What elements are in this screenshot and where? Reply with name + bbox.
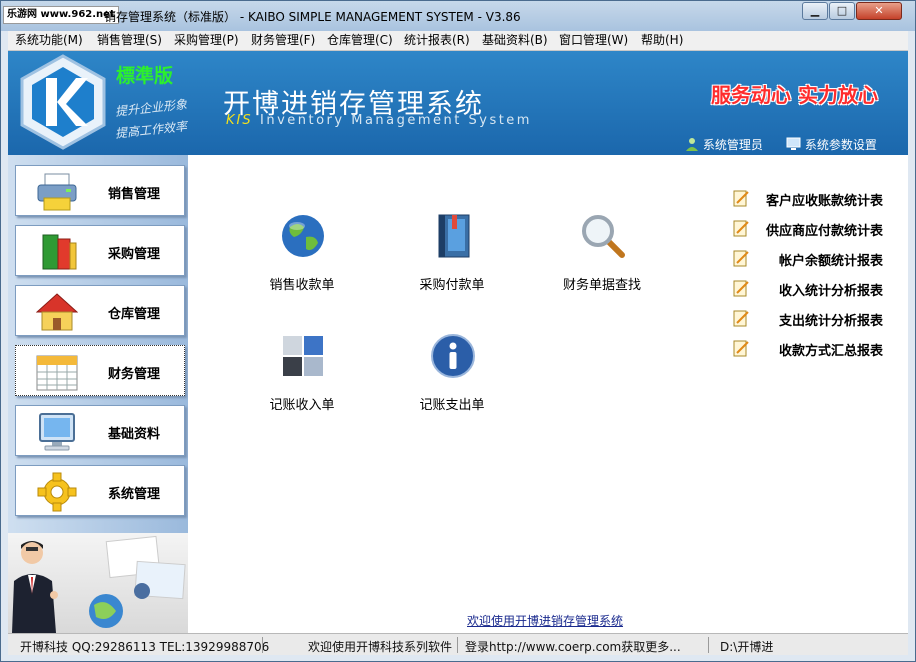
user-link[interactable]: 系统管理员	[685, 136, 763, 153]
report-payment-method-summary-label: 收款方式汇总报表	[778, 344, 883, 359]
user-icon	[686, 138, 698, 151]
calendar-icon	[36, 355, 78, 391]
tile-income-entry[interactable]: 记账收入单	[242, 333, 362, 423]
slogan-line-2: 提高工作效率	[114, 119, 188, 141]
title-bar[interactable]: 乐游网 www.962.net 销存管理系统（标准版） - KAIBO SIMP…	[1, 1, 915, 31]
close-button[interactable]: ✕	[856, 2, 902, 20]
nav-basic-data-label: 基础资料	[108, 427, 161, 442]
menu-basic-data[interactable]: 基础资料(B)	[482, 33, 548, 48]
menu-bar: 系统功能(M) 销售管理(S) 采购管理(P) 财务管理(F) 仓库管理(C) …	[8, 31, 908, 51]
printer-icon	[37, 173, 77, 211]
menu-warehouse[interactable]: 仓库管理(C)	[327, 33, 393, 48]
nav-purchase-label: 采购管理	[108, 247, 161, 262]
note-pencil-icon	[733, 280, 749, 297]
report-account-balance-label: 帐户余额统计报表	[778, 254, 883, 269]
tile-expense-entry[interactable]: 记账支出单	[392, 333, 512, 423]
report-payment-method-summary[interactable]: 收款方式汇总报表	[733, 339, 883, 359]
report-income-analysis-label: 收入统计分析报表	[778, 284, 883, 299]
monitor-icon	[39, 413, 75, 451]
note-pencil-icon	[733, 310, 749, 327]
report-supplier-payable-label: 供应商应付款统计表	[765, 224, 883, 239]
menu-finance[interactable]: 财务管理(F)	[251, 33, 315, 48]
report-expense-analysis-label: 支出统计分析报表	[778, 314, 883, 329]
report-expense-analysis[interactable]: 支出统计分析报表	[733, 309, 883, 329]
tile-expense-entry-label: 记账支出单	[419, 398, 485, 413]
nav-warehouse-label: 仓库管理	[108, 307, 161, 322]
nav-system-label: 系统管理	[108, 487, 161, 502]
app-subtitle: Inventory Management System	[260, 113, 532, 128]
globe-icon	[282, 215, 324, 257]
settings-link[interactable]: 系统参数设置	[786, 136, 877, 153]
report-income-analysis[interactable]: 收入统计分析报表	[733, 279, 883, 299]
info-icon	[431, 334, 475, 378]
status-separator	[262, 637, 263, 653]
note-pencil-icon	[733, 190, 749, 207]
tile-finance-search-label: 财务单据查找	[562, 278, 641, 293]
menu-purchase[interactable]: 采购管理(P)	[174, 33, 239, 48]
motto: 服务动心 实力放心	[711, 83, 878, 107]
kaibo-logo-icon	[20, 54, 106, 150]
book-icon	[438, 214, 470, 258]
menu-sales[interactable]: 销售管理(S)	[97, 33, 162, 48]
slogan-line-1: 提升企业形象	[114, 97, 188, 119]
status-company: 开博科技 QQ:29286113 TEL:13929988706	[20, 640, 270, 654]
report-supplier-payable[interactable]: 供应商应付款统计表	[733, 219, 883, 239]
status-separator	[708, 637, 709, 653]
gear-icon	[37, 472, 77, 512]
tile-sales-receipt-label: 销售收款单	[269, 278, 335, 293]
site-watermark: 乐游网 www.962.net	[3, 6, 119, 24]
promo-image	[8, 533, 188, 633]
businessman-illustration	[12, 535, 186, 633]
main-content: 销售收款单 采购付款单 财务单据查找 记账收入单 记账支出单 客户应收账款统计表…	[188, 155, 908, 633]
house-icon	[36, 293, 78, 331]
note-pencil-icon	[733, 340, 749, 357]
nav-sales-label: 销售管理	[108, 187, 161, 202]
status-separator	[457, 637, 458, 653]
tile-income-entry-label: 记账收入单	[269, 398, 335, 413]
nav-warehouse[interactable]: 仓库管理	[15, 285, 185, 336]
note-pencil-icon	[733, 220, 749, 237]
nav-finance[interactable]: 财务管理	[15, 345, 185, 396]
menu-reports[interactable]: 统计报表(R)	[404, 33, 470, 48]
report-customer-receivable[interactable]: 客户应收账款统计表	[733, 189, 883, 209]
monitor-settings-icon	[786, 137, 801, 150]
tile-purchase-payment-label: 采购付款单	[419, 278, 485, 293]
report-customer-receivable-label: 客户应收账款统计表	[765, 194, 883, 209]
minimize-button[interactable]: ▁	[802, 2, 828, 20]
magnifier-icon	[582, 215, 625, 258]
nav-system[interactable]: 系统管理	[15, 465, 185, 516]
menu-window[interactable]: 窗口管理(W)	[559, 33, 628, 48]
nav-sales[interactable]: 销售管理	[15, 165, 185, 216]
nav-finance-label: 财务管理	[108, 367, 161, 382]
menu-system[interactable]: 系统功能(M)	[15, 33, 83, 48]
edition-label: 標準版	[116, 65, 174, 87]
banner-header: 標準版 提升企业形象 提高工作效率 开博进销存管理系统 KIS Inventor…	[8, 51, 908, 155]
books-icon	[42, 234, 77, 270]
report-account-balance[interactable]: 帐户余额统计报表	[733, 249, 883, 269]
maximize-button[interactable]: □	[829, 2, 855, 20]
status-message: 欢迎使用开博科技系列软件	[308, 640, 453, 654]
tile-purchase-payment[interactable]: 采购付款单	[392, 213, 512, 303]
menu-help[interactable]: 帮助(H)	[641, 33, 683, 48]
nav-basic-data[interactable]: 基础资料	[15, 405, 185, 456]
application-window: 乐游网 www.962.net 销存管理系统（标准版） - KAIBO SIMP…	[0, 0, 916, 662]
nav-purchase[interactable]: 采购管理	[15, 225, 185, 276]
app-subtitle-kis: KIS	[226, 113, 253, 128]
user-link-label: 系统管理员	[702, 138, 763, 152]
status-bar: 开博科技 QQ:29286113 TEL:13929988706 欢迎使用开博科…	[8, 633, 908, 655]
settings-link-label: 系统参数设置	[804, 138, 877, 152]
window-title: 销存管理系统（标准版） - KAIBO SIMPLE MANAGEMENT SY…	[104, 10, 521, 24]
status-path: D:\开博进	[720, 640, 774, 654]
tile-finance-search[interactable]: 财务单据查找	[542, 213, 662, 303]
welcome-link[interactable]: 欢迎使用开博进销存管理系统	[467, 612, 623, 629]
windows-icon	[283, 336, 323, 376]
tile-sales-receipt[interactable]: 销售收款单	[242, 213, 362, 303]
status-website: 登录http://www.coerp.com获取更多...	[465, 640, 681, 654]
note-pencil-icon	[733, 250, 749, 267]
